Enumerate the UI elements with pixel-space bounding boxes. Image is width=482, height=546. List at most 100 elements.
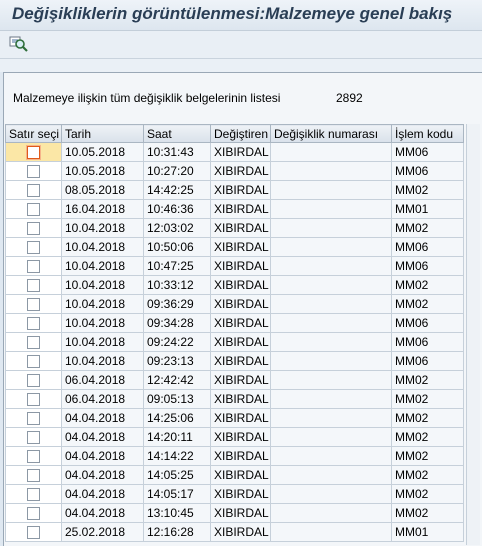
row-selector-cell[interactable] (5, 408, 62, 428)
row-select-checkbox[interactable] (27, 241, 40, 255)
table-row[interactable]: 10.04.2018 12:03:02 XIBIRDAL MM02 (5, 218, 464, 238)
time-cell: 10:27:20 (143, 161, 211, 181)
table-row[interactable]: 10.04.2018 10:33:12 XIBIRDAL MM02 (5, 275, 464, 295)
date-cell: 08.05.2018 (61, 180, 144, 200)
changed-by-cell: XIBIRDAL (210, 180, 271, 200)
table-row[interactable]: 04.04.2018 14:25:06 XIBIRDAL MM02 (5, 408, 464, 428)
row-selector-cell[interactable] (5, 180, 62, 200)
table-row[interactable]: 04.04.2018 14:05:25 XIBIRDAL MM02 (5, 465, 464, 485)
table-row[interactable]: 10.04.2018 10:50:06 XIBIRDAL MM06 (5, 237, 464, 257)
row-select-checkbox[interactable] (27, 526, 40, 540)
row-selector-cell[interactable] (5, 503, 62, 523)
column-header-date[interactable]: Tarih (61, 124, 144, 143)
change-number-cell (270, 503, 392, 523)
row-selector-cell[interactable] (5, 522, 62, 542)
column-header-time[interactable]: Saat (143, 124, 211, 143)
vertical-scrollbar[interactable] (466, 124, 480, 545)
column-header-transaction-code[interactable]: İşlem kodu (391, 124, 464, 143)
change-number-cell (270, 199, 392, 219)
row-select-checkbox[interactable] (27, 165, 40, 179)
change-documents-table: Satır seçi Tarih Saat Değiştiren Değişik… (5, 124, 464, 542)
row-selector-cell[interactable] (5, 237, 62, 257)
table-row[interactable]: 10.04.2018 09:34:28 XIBIRDAL MM06 (5, 313, 464, 333)
table-row[interactable]: 04.04.2018 14:05:17 XIBIRDAL MM02 (5, 484, 464, 504)
row-selector-cell[interactable] (5, 370, 62, 390)
row-selector-cell[interactable] (5, 313, 62, 333)
toolbar-spacer (0, 59, 482, 72)
row-selector-cell[interactable] (5, 199, 62, 219)
table-row[interactable]: 08.05.2018 14:42:25 XIBIRDAL MM02 (5, 180, 464, 200)
magnifier-details-icon[interactable] (9, 35, 29, 53)
time-cell: 14:42:25 (143, 180, 211, 200)
row-select-checkbox[interactable] (27, 393, 40, 407)
row-select-checkbox[interactable] (27, 431, 40, 445)
transaction-code-cell: MM01 (391, 199, 464, 219)
row-select-checkbox[interactable] (27, 317, 40, 331)
row-select-checkbox[interactable] (27, 260, 40, 274)
row-selector-cell[interactable] (5, 389, 62, 409)
table-row[interactable]: 10.05.2018 10:31:43 XIBIRDAL MM06 (5, 142, 464, 162)
row-selector-cell[interactable] (5, 142, 62, 162)
table-row[interactable]: 10.04.2018 09:23:13 XIBIRDAL MM06 (5, 351, 464, 371)
change-number-cell (270, 237, 392, 257)
transaction-code-cell: MM02 (391, 408, 464, 428)
column-header-row-select[interactable]: Satır seçi (5, 124, 62, 143)
table-row[interactable]: 16.04.2018 10:46:36 XIBIRDAL MM01 (5, 199, 464, 219)
row-select-checkbox[interactable] (27, 298, 40, 312)
table-row[interactable]: 04.04.2018 14:14:22 XIBIRDAL MM02 (5, 446, 464, 466)
row-selector-cell[interactable] (5, 484, 62, 504)
time-cell: 10:46:36 (143, 199, 211, 219)
row-select-checkbox[interactable] (27, 355, 40, 369)
table-row[interactable]: 10.04.2018 09:24:22 XIBIRDAL MM06 (5, 332, 464, 352)
date-cell: 10.04.2018 (61, 351, 144, 371)
table-row[interactable]: 10.05.2018 10:27:20 XIBIRDAL MM06 (5, 161, 464, 181)
column-header-change-number[interactable]: Değişiklik numarası (270, 124, 392, 143)
change-number-cell (270, 142, 392, 162)
time-cell: 09:24:22 (143, 332, 211, 352)
row-selector-cell[interactable] (5, 294, 62, 314)
row-select-checkbox[interactable] (27, 203, 40, 217)
list-description: Malzemeye ilişkin tüm değişiklik belgele… (13, 91, 281, 105)
table-row[interactable]: 10.04.2018 10:47:25 XIBIRDAL MM06 (5, 256, 464, 276)
row-selector-cell[interactable] (5, 256, 62, 276)
row-select-checkbox[interactable] (27, 146, 40, 160)
row-selector-cell[interactable] (5, 465, 62, 485)
row-select-checkbox[interactable] (27, 488, 40, 502)
change-number-cell (270, 218, 392, 238)
row-select-checkbox[interactable] (27, 374, 40, 388)
row-select-checkbox[interactable] (27, 469, 40, 483)
row-selector-cell[interactable] (5, 446, 62, 466)
table-row[interactable]: 10.04.2018 09:36:29 XIBIRDAL MM02 (5, 294, 464, 314)
row-select-checkbox[interactable] (27, 412, 40, 426)
date-cell: 10.04.2018 (61, 332, 144, 352)
table-row[interactable]: 25.02.2018 12:16:28 XIBIRDAL MM01 (5, 522, 464, 542)
row-selector-cell[interactable] (5, 332, 62, 352)
time-cell: 10:33:12 (143, 275, 211, 295)
transaction-code-cell: MM06 (391, 237, 464, 257)
row-selector-cell[interactable] (5, 218, 62, 238)
row-select-checkbox[interactable] (27, 222, 40, 236)
table-row[interactable]: 06.04.2018 09:05:13 XIBIRDAL MM02 (5, 389, 464, 409)
row-selector-cell[interactable] (5, 427, 62, 447)
row-select-checkbox[interactable] (27, 279, 40, 293)
row-selector-cell[interactable] (5, 351, 62, 371)
time-cell: 12:03:02 (143, 218, 211, 238)
time-cell: 10:47:25 (143, 256, 211, 276)
time-cell: 10:50:06 (143, 237, 211, 257)
row-select-checkbox[interactable] (27, 184, 40, 198)
row-select-checkbox[interactable] (27, 450, 40, 464)
row-selector-cell[interactable] (5, 161, 62, 181)
date-cell: 10.04.2018 (61, 313, 144, 333)
change-number-cell (270, 484, 392, 504)
changed-by-cell: XIBIRDAL (210, 503, 271, 523)
time-cell: 14:14:22 (143, 446, 211, 466)
row-select-checkbox[interactable] (27, 507, 40, 521)
date-cell: 06.04.2018 (61, 389, 144, 409)
column-header-changed-by[interactable]: Değiştiren (210, 124, 271, 143)
table-row[interactable]: 06.04.2018 12:42:42 XIBIRDAL MM02 (5, 370, 464, 390)
change-number-cell (270, 446, 392, 466)
table-row[interactable]: 04.04.2018 14:20:11 XIBIRDAL MM02 (5, 427, 464, 447)
row-select-checkbox[interactable] (27, 336, 40, 350)
table-row[interactable]: 04.04.2018 13:10:45 XIBIRDAL MM02 (5, 503, 464, 523)
row-selector-cell[interactable] (5, 275, 62, 295)
